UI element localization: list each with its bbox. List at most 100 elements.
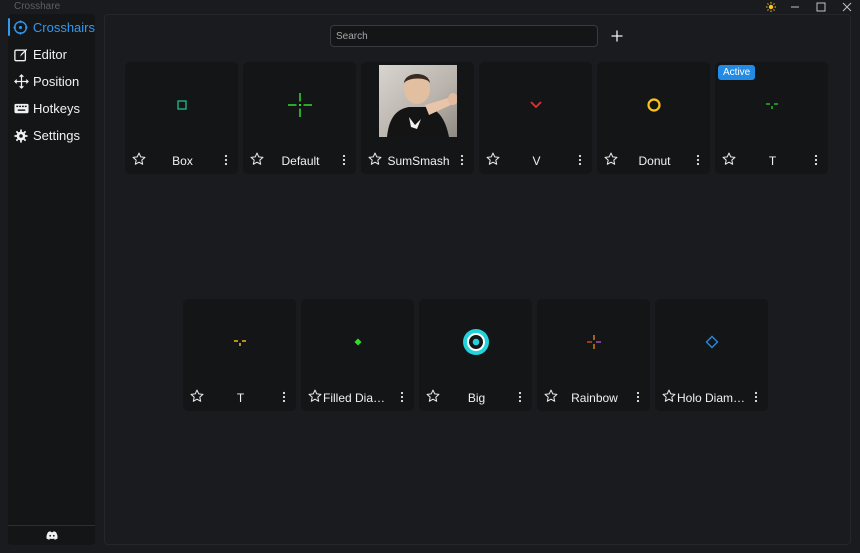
title-bar: Crosshare xyxy=(0,0,860,14)
main-panel: Box Default S xyxy=(104,14,851,545)
photo-thumbnail xyxy=(378,65,457,137)
sidebar-item-label: Crosshairs xyxy=(32,20,95,35)
crosshair-card-box[interactable]: Box xyxy=(125,62,238,174)
crosshair-preview xyxy=(597,62,710,148)
star-icon[interactable] xyxy=(604,152,620,168)
more-options-icon[interactable] xyxy=(338,152,350,168)
crosshair-card-v[interactable]: V xyxy=(479,62,592,174)
crosshair-card-t[interactable]: T xyxy=(183,299,296,411)
add-crosshair-button[interactable] xyxy=(607,26,627,46)
more-options-icon[interactable] xyxy=(220,152,232,168)
card-footer: Holo Diamond xyxy=(655,387,768,407)
crosshair-icon xyxy=(13,20,29,36)
crosshair-card-donut[interactable]: Donut xyxy=(597,62,710,174)
crosshair-card-filled-diamond[interactable]: Filled Diamond xyxy=(301,299,414,411)
search-input[interactable] xyxy=(330,25,598,47)
crosshair-name: Holo Diamond xyxy=(677,391,748,405)
move-icon xyxy=(13,74,29,90)
sidebar-item-label: Settings xyxy=(33,128,80,143)
sidebar-item-settings[interactable]: Settings xyxy=(8,122,95,149)
sidebar: Crosshairs Editor Position Hotkeys Setti… xyxy=(8,14,95,545)
crosshair-card-rainbow[interactable]: Rainbow xyxy=(537,299,650,411)
sidebar-item-hotkeys[interactable]: Hotkeys xyxy=(8,95,95,122)
more-options-icon[interactable] xyxy=(574,152,586,168)
sidebar-item-label: Hotkeys xyxy=(33,101,80,116)
more-options-icon[interactable] xyxy=(456,152,468,168)
sidebar-item-label: Position xyxy=(33,74,80,89)
sidebar-item-position[interactable]: Position xyxy=(8,68,95,95)
sidebar-item-editor[interactable]: Editor xyxy=(8,41,95,68)
card-footer: Rainbow xyxy=(537,387,650,407)
sun-icon xyxy=(766,2,776,12)
sidebar-footer xyxy=(8,525,95,545)
sidebar-item-label: Editor xyxy=(33,47,67,62)
star-icon[interactable] xyxy=(544,389,560,405)
crosshair-name: Rainbow xyxy=(571,391,618,405)
crosshair-preview xyxy=(537,299,650,385)
more-options-icon[interactable] xyxy=(278,389,290,405)
crosshair-name: Filled Diamond xyxy=(323,391,394,405)
card-footer: V xyxy=(479,150,592,170)
maximize-icon xyxy=(816,2,826,12)
crosshair-preview xyxy=(301,299,414,385)
sidebar-item-crosshairs[interactable]: Crosshairs xyxy=(8,14,95,41)
card-footer: SumSmash xyxy=(361,150,474,170)
card-footer: Donut xyxy=(597,150,710,170)
crosshair-card-t-active[interactable]: Active T xyxy=(715,62,828,174)
star-icon[interactable] xyxy=(250,152,266,168)
crosshair-preview xyxy=(125,62,238,148)
card-footer: Filled Diamond xyxy=(301,387,414,407)
more-options-icon[interactable] xyxy=(692,152,704,168)
crosshair-name: T xyxy=(236,391,245,405)
gear-icon xyxy=(13,128,29,144)
window-controls xyxy=(760,0,860,14)
star-icon[interactable] xyxy=(426,389,442,405)
crosshair-name: V xyxy=(532,154,541,168)
crosshair-name: Donut xyxy=(638,154,671,168)
crosshair-card-holo-diamond[interactable]: Holo Diamond xyxy=(655,299,768,411)
star-icon[interactable] xyxy=(486,152,502,168)
more-options-icon[interactable] xyxy=(514,389,526,405)
crosshair-preview xyxy=(419,299,532,385)
crosshair-card-sumsmash[interactable]: SumSmash xyxy=(361,62,474,174)
card-footer: Big xyxy=(419,387,532,407)
discord-icon[interactable] xyxy=(45,531,58,540)
crosshair-preview xyxy=(715,62,828,148)
crosshair-name: SumSmash xyxy=(387,154,450,168)
star-icon[interactable] xyxy=(722,152,738,168)
crosshair-card-default[interactable]: Default xyxy=(243,62,356,174)
crosshair-name: Box xyxy=(172,154,193,168)
crosshair-card-big[interactable]: Big xyxy=(419,299,532,411)
edit-icon xyxy=(13,47,29,63)
crosshair-preview xyxy=(243,62,356,148)
more-options-icon[interactable] xyxy=(632,389,644,405)
card-footer: Default xyxy=(243,150,356,170)
crosshair-preview xyxy=(479,62,592,148)
star-icon[interactable] xyxy=(368,152,384,168)
crosshair-name: Default xyxy=(281,154,320,168)
theme-toggle-button[interactable] xyxy=(760,0,782,14)
close-button[interactable] xyxy=(834,0,860,14)
plus-icon xyxy=(611,30,623,42)
card-footer: Box xyxy=(125,150,238,170)
more-options-icon[interactable] xyxy=(396,389,408,405)
card-footer: T xyxy=(715,150,828,170)
app-title: Crosshare xyxy=(14,1,61,12)
minimize-button[interactable] xyxy=(782,0,808,14)
keyboard-icon xyxy=(13,101,29,117)
star-icon[interactable] xyxy=(308,389,324,405)
star-icon[interactable] xyxy=(190,389,206,405)
crosshair-preview xyxy=(361,62,474,148)
star-icon[interactable] xyxy=(662,389,678,405)
maximize-button[interactable] xyxy=(808,0,834,14)
crosshair-preview xyxy=(655,299,768,385)
more-options-icon[interactable] xyxy=(810,152,822,168)
minimize-icon xyxy=(791,6,799,8)
card-footer: T xyxy=(183,387,296,407)
more-options-icon[interactable] xyxy=(750,389,762,405)
crosshair-name: Big xyxy=(467,391,486,405)
crosshair-preview xyxy=(183,299,296,385)
close-icon xyxy=(842,2,852,12)
crosshair-name: T xyxy=(768,154,777,168)
star-icon[interactable] xyxy=(132,152,148,168)
